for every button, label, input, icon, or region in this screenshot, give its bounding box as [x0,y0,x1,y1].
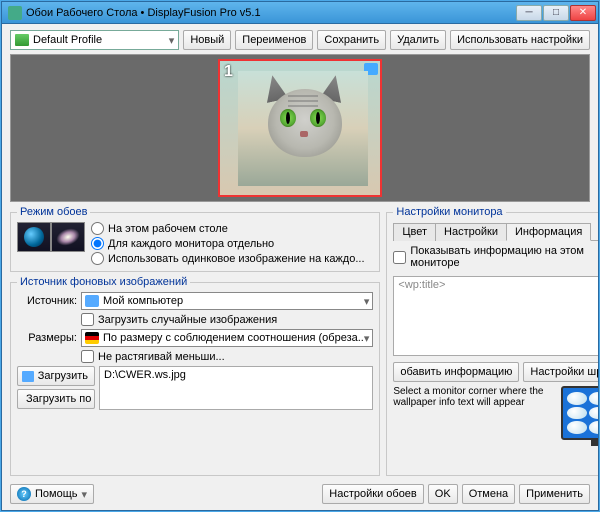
tab-settings[interactable]: Настройки [435,223,507,241]
window-title: Обои Рабочего Стола • DisplayFusion Pro … [26,7,516,19]
mode-same-image[interactable]: Использовать одинковое изображение на ка… [91,252,365,265]
use-settings-button[interactable]: Использовать настройки [450,30,590,50]
profile-selector[interactable]: Default Profile ▾ [10,30,179,50]
size-select[interactable]: По размеру с соблюдением соотношения (об… [81,329,373,347]
flag-icon [85,332,99,344]
wallpaper-mode-group: Режим обоев На этом рабочем столе Для ка… [10,206,380,272]
mode-legend: Режим обоев [17,206,90,218]
app-window: Обои Рабочего Стола • DisplayFusion Pro … [1,1,599,511]
content-area: Default Profile ▾ Новый Переименов Сохра… [2,24,598,510]
info-text-area[interactable]: <wp:title> ▲ ▼ [393,276,598,356]
chevron-down-icon: ▾ [364,332,370,345]
monitor-tile-1[interactable]: 1 [218,59,382,197]
maximize-button[interactable]: □ [543,5,569,21]
mode-galaxy-icon [51,222,85,252]
help-icon: ? [17,487,31,501]
load-button[interactable]: Загрузить [17,366,95,386]
corner-ml[interactable] [567,407,586,420]
cancel-button[interactable]: Отмена [462,484,515,504]
random-checkbox[interactable]: Загрузить случайные изображения [81,313,373,326]
corner-mc[interactable] [589,407,598,420]
nostretch-checkbox[interactable]: Не растягивай меньши... [81,350,373,363]
chevron-down-icon: ▾ [364,295,370,308]
delete-button[interactable]: Удалить [390,30,446,50]
source-legend: Источник фоновых изображений [17,276,190,288]
ok-button[interactable]: OK [428,484,458,504]
close-button[interactable]: ✕ [570,5,596,21]
source-select[interactable]: Мой компьютер ▾ [81,292,373,310]
corner-instructions: Select a monitor corner where the wallpa… [393,386,555,408]
monitor-settings-group: Настройки монитора Цвет Настройки Информ… [386,206,598,476]
tab-color[interactable]: Цвет [393,223,436,241]
chevron-down-icon: ▾ [169,34,175,47]
new-button[interactable]: Новый [183,30,231,50]
load-by-button[interactable]: Загрузить по [17,389,95,409]
monitor-legend: Настройки монитора [393,206,505,218]
computer-icon [85,295,99,307]
save-button[interactable]: Сохранить [317,30,386,50]
chevron-down-icon: ▾ [82,488,88,501]
tab-info[interactable]: Информация [506,223,591,241]
mode-each-monitor[interactable]: Для каждого монитора отдельно [91,237,365,250]
monitor-number: 1 [224,63,233,81]
corner-bc[interactable] [589,421,598,434]
wallpaper-preview: 1 [10,54,590,202]
size-label: Размеры: [17,332,77,344]
rename-button[interactable]: Переименов [235,30,313,50]
profile-name: Default Profile [33,34,102,46]
image-icon [22,371,34,382]
file-path-box[interactable]: D:\CWER.ws.jpg [99,366,373,410]
help-button[interactable]: ? Помощь ▾ [10,484,94,504]
wallpaper-settings-button[interactable]: Настройки обоев [322,484,424,504]
corner-tc[interactable] [589,392,598,405]
app-icon [8,6,22,20]
source-label: Источник: [17,295,77,307]
font-settings-button[interactable]: Настройки шрифта [523,362,598,382]
apply-button[interactable]: Применить [519,484,590,504]
mode-earth-icon [17,222,51,252]
source-group: Источник фоновых изображений Источник: М… [10,276,380,476]
titlebar[interactable]: Обои Рабочего Стола • DisplayFusion Pro … [2,2,598,24]
add-info-button[interactable]: обавить информацию [393,362,519,382]
wallpaper-thumbnail [238,71,368,186]
show-info-checkbox[interactable]: Показывать информацию на этом мониторе [393,245,598,269]
mode-this-desktop[interactable]: На этом рабочем столе [91,222,365,235]
minimize-button[interactable]: ─ [516,5,542,21]
corner-bl[interactable] [567,421,586,434]
corner-tl[interactable] [567,392,586,405]
corner-picker [561,386,598,440]
profile-icon [15,34,29,46]
